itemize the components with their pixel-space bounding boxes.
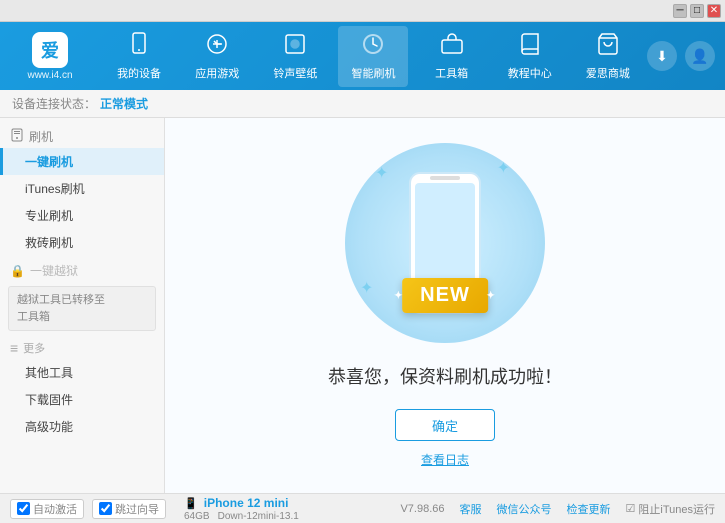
logo[interactable]: 爱 www.i4.cn [10, 32, 90, 81]
nav-item-smart-flash[interactable]: 智能刷机 [338, 26, 408, 87]
use-wizard-checkbox[interactable]: 跳过向导 [92, 499, 166, 519]
shop-label: 爱思商城 [586, 65, 630, 81]
bottom-bar: 自动激活 跳过向导 📱 iPhone 12 mini 64GB Down-12m… [0, 493, 725, 523]
shop-icon [596, 32, 620, 62]
maximize-button[interactable]: □ [690, 4, 704, 18]
bottom-left: 自动激活 跳过向导 📱 iPhone 12 mini 64GB Down-12m… [10, 496, 299, 522]
version-text: V7.98.66 [400, 503, 444, 515]
my-device-label: 我的设备 [117, 65, 161, 81]
app-games-icon [205, 32, 229, 62]
nav-item-shop[interactable]: 爱思商城 [573, 26, 643, 87]
status-bar: 设备连接状态： 正常模式 [0, 90, 725, 118]
sparkle-topleft: ✦ [375, 163, 388, 183]
sidebar-item-download-firmware[interactable]: 下载固件 [0, 386, 164, 413]
success-text: 恭喜您，保资料刷机成功啦！ [328, 363, 562, 389]
use-wizard-input[interactable] [99, 502, 112, 515]
nav-items: 我的设备 应用游戏 铃声壁纸 [100, 26, 647, 87]
sidebar-item-other-tools[interactable]: 其他工具 [0, 359, 164, 386]
device-info: 📱 iPhone 12 mini 64GB Down-12mini-13.1 [184, 496, 299, 522]
title-bar: ─ □ ✕ [0, 0, 725, 22]
sidebar: 刷机 一键刷机 iTunes刷机 专业刷机 救砖刷机 🔒 一键越狱 越狱工具已转… [0, 118, 165, 493]
account-button[interactable]: 👤 [685, 41, 715, 71]
confirm-button[interactable]: 确定 [395, 409, 495, 441]
support-link[interactable]: 客服 [460, 501, 482, 517]
tutorial-label: 教程中心 [508, 65, 552, 81]
nav-item-app-games[interactable]: 应用游戏 [182, 26, 252, 87]
nav-item-ringtone[interactable]: 铃声壁纸 [260, 26, 330, 87]
phone-circle-bg: ✦ ✦ ✦ NEW [345, 143, 545, 343]
auto-connect-checkbox[interactable]: 自动激活 [10, 499, 84, 519]
sidebar-item-advanced[interactable]: 高级功能 [0, 413, 164, 440]
main-layout: 刷机 一键刷机 iTunes刷机 专业刷机 救砖刷机 🔒 一键越狱 越狱工具已转… [0, 118, 725, 493]
phone-illustration: ✦ ✦ ✦ NEW [345, 143, 545, 343]
content-area: ✦ ✦ ✦ NEW 恭喜您，保资料刷机成功啦！ 确定 查看日志 [165, 118, 725, 493]
sidebar-section-more: 更多 [0, 335, 164, 359]
toolbox-label: 工具箱 [435, 65, 468, 81]
smart-flash-label: 智能刷机 [351, 65, 395, 81]
device-icon: 📱 [184, 498, 198, 510]
daily-link[interactable]: 查看日志 [421, 451, 469, 468]
app-games-label: 应用游戏 [195, 65, 239, 81]
top-nav: 爱 www.i4.cn 我的设备 应用游戏 [0, 22, 725, 90]
logo-subtext: www.i4.cn [27, 70, 72, 81]
toolbox-icon [440, 32, 464, 62]
sparkle-topright: ✦ [497, 158, 510, 178]
itunes-status: ☑ 阻止iTunes运行 [626, 501, 715, 517]
new-badge: NEW [402, 278, 488, 313]
device-storage: 64GB [184, 511, 210, 522]
my-device-icon [127, 32, 151, 62]
tutorial-icon [518, 32, 542, 62]
nav-right: ⬇ 👤 [647, 41, 715, 71]
bottom-right: V7.98.66 客服 微信公众号 检查更新 ☑ 阻止iTunes运行 [400, 501, 715, 517]
wechat-link[interactable]: 微信公众号 [497, 501, 552, 517]
update-link[interactable]: 检查更新 [567, 501, 611, 517]
nav-item-my-device[interactable]: 我的设备 [104, 26, 174, 87]
logo-icon: 爱 [32, 32, 68, 68]
ringtone-icon [283, 32, 307, 62]
sparkle-bottomleft: ✦ [360, 278, 373, 298]
flash-section-icon [10, 128, 24, 145]
close-button[interactable]: ✕ [707, 4, 721, 18]
itunes-checkbox-icon: ☑ [626, 502, 636, 515]
minimize-button[interactable]: ─ [673, 4, 687, 18]
nav-item-tutorial[interactable]: 教程中心 [495, 26, 565, 87]
jailbreak-notice-box: 越狱工具已转移至工具箱 [8, 286, 156, 331]
flash-section-label: 刷机 [29, 128, 53, 145]
sidebar-jailbreak-header: 🔒 一键越狱 [0, 256, 164, 282]
nav-item-toolbox[interactable]: 工具箱 [417, 26, 487, 87]
device-model-val: Down-12mini-13.1 [218, 511, 299, 522]
ringtone-label: 铃声壁纸 [273, 65, 317, 81]
status-value: 正常模式 [100, 95, 148, 112]
auto-connect-input[interactable] [17, 502, 30, 515]
status-label: 设备连接状态： [12, 95, 96, 112]
sidebar-item-recovery-flash[interactable]: 救砖刷机 [0, 229, 164, 256]
device-name: iPhone 12 mini [204, 496, 289, 510]
sidebar-item-pro-flash[interactable]: 专业刷机 [0, 202, 164, 229]
sidebar-item-onekey-flash[interactable]: 一键刷机 [0, 148, 164, 175]
download-button[interactable]: ⬇ [647, 41, 677, 71]
smart-flash-icon [361, 32, 385, 62]
jailbreak-notice-text: 越狱工具已转移至工具箱 [17, 294, 105, 323]
lock-icon: 🔒 [10, 264, 25, 278]
sidebar-header-flash: 刷机 [0, 122, 164, 148]
itunes-status-label: 阻止iTunes运行 [638, 501, 715, 517]
sidebar-item-itunes-flash[interactable]: iTunes刷机 [0, 175, 164, 202]
